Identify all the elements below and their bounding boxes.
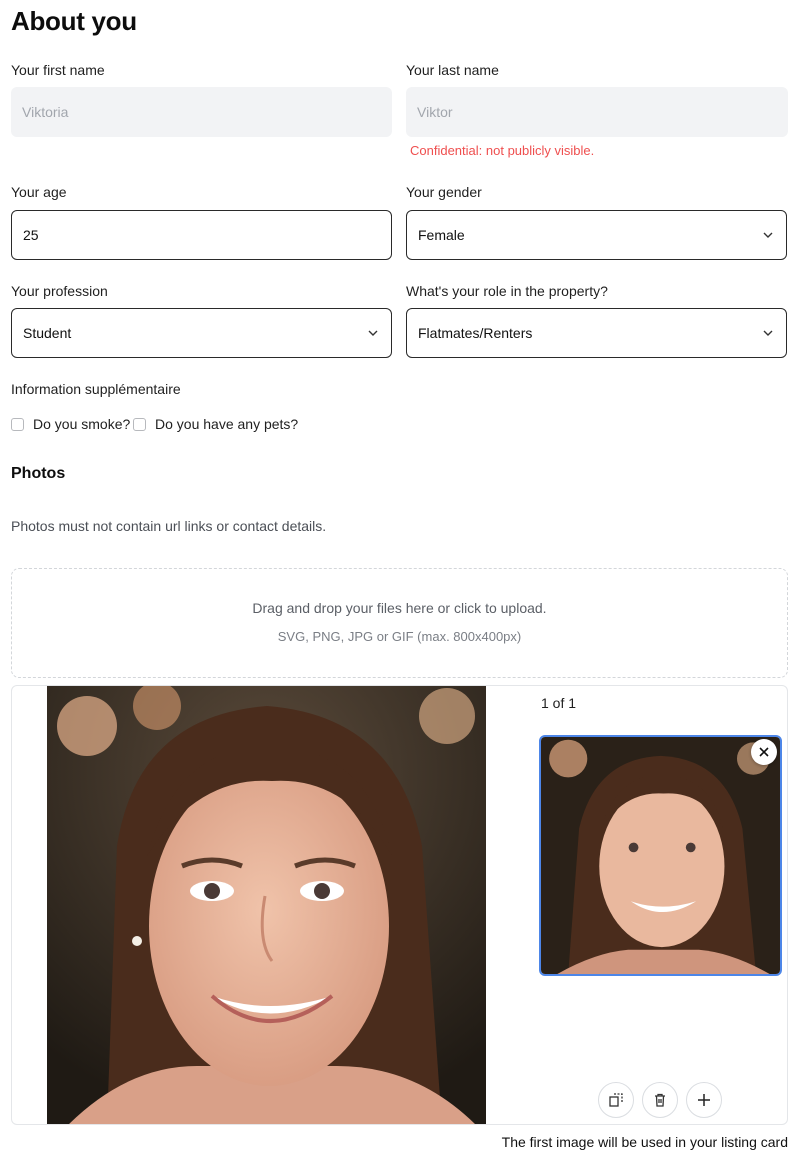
smoke-option[interactable]: Do you smoke?	[11, 416, 130, 432]
page-title: About you	[11, 6, 137, 36]
pets-checkbox[interactable]	[133, 417, 146, 431]
gender-label: Your gender	[406, 184, 482, 200]
chevron-down-icon	[368, 330, 378, 336]
last-name-label: Your last name	[406, 62, 499, 78]
plus-icon	[698, 1094, 710, 1106]
photo-counter: 1 of 1	[541, 695, 577, 711]
smoke-checkbox[interactable]	[11, 417, 24, 431]
smoke-label: Do you smoke?	[33, 416, 131, 432]
upload-dropzone[interactable]: Drag and drop your files here or click t…	[11, 568, 788, 678]
dropzone-instruction: Drag and drop your files here or click t…	[252, 600, 547, 616]
first-name-label: Your first name	[11, 62, 105, 78]
trash-icon	[655, 1093, 665, 1107]
photo-thumbnail-selected[interactable]	[539, 735, 782, 976]
pets-label: Do you have any pets?	[155, 416, 299, 432]
profession-value: Student	[23, 325, 72, 341]
last-name-value: Viktor	[417, 104, 453, 120]
chevron-down-icon	[763, 232, 773, 238]
thumbnail-image	[541, 737, 780, 974]
crop-button[interactable]	[598, 1082, 634, 1118]
photos-hint: Photos must not contain url links or con…	[11, 518, 327, 534]
portrait-image	[47, 686, 486, 1124]
dropzone-format-hint: SVG, PNG, JPG or GIF (max. 800x400px)	[277, 629, 522, 644]
role-select[interactable]: Flatmates/Renters	[406, 308, 787, 358]
photo-gallery: 1 of 1	[11, 685, 788, 1125]
role-value: Flatmates/Renters	[418, 325, 533, 341]
extra-info-label: Information supplémentaire	[11, 381, 181, 397]
confidential-note: Confidential: not publicly visible.	[410, 143, 595, 158]
first-name-field: Viktoria	[11, 87, 392, 137]
profession-select[interactable]: Student	[11, 308, 392, 358]
chevron-down-icon	[763, 330, 773, 336]
age-label: Your age	[11, 184, 67, 200]
last-name-field: Viktor	[406, 87, 788, 137]
remove-photo-button[interactable]	[751, 739, 777, 765]
profession-label: Your profession	[11, 283, 108, 299]
gender-select[interactable]: Female	[406, 210, 787, 260]
crop-icon	[609, 1093, 623, 1107]
close-icon	[759, 747, 769, 757]
listing-card-note: The first image will be used in your lis…	[501, 1134, 788, 1150]
pets-option[interactable]: Do you have any pets?	[133, 416, 298, 432]
delete-photo-button[interactable]	[642, 1082, 678, 1118]
add-photo-button[interactable]	[686, 1082, 722, 1118]
age-input[interactable]	[23, 211, 391, 259]
age-field[interactable]	[11, 210, 392, 260]
photos-title: Photos	[11, 465, 66, 482]
gender-value: Female	[418, 227, 465, 243]
role-label: What's your role in the property?	[406, 283, 608, 299]
main-photo	[47, 686, 486, 1124]
first-name-value: Viktoria	[22, 104, 69, 120]
